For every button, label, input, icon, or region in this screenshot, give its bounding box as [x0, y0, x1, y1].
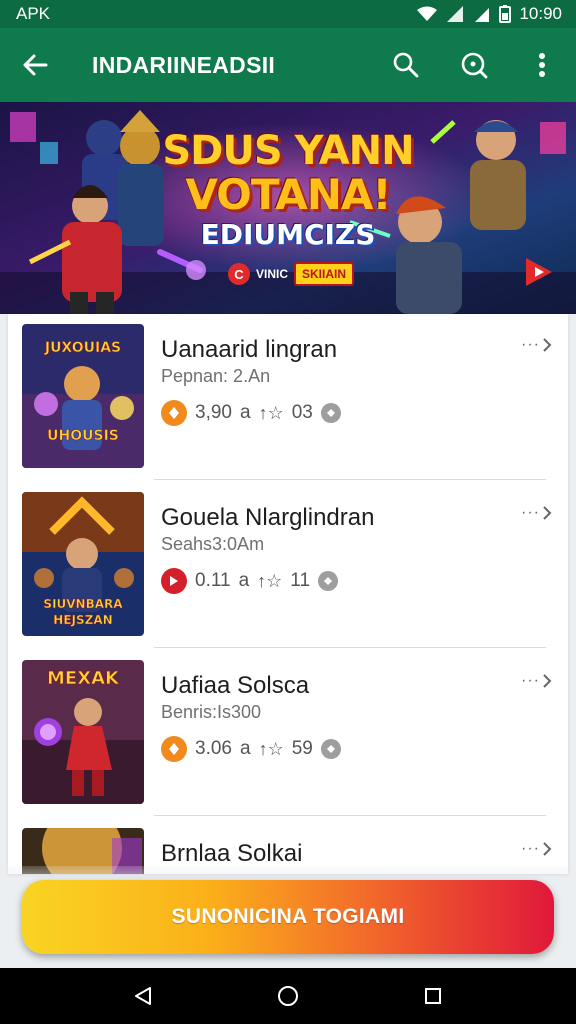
developer-badge-icon — [161, 736, 187, 762]
app-thumbnail: MEXAK — [22, 660, 144, 804]
primary-cta-button[interactable]: SUNONICINA TOGIAMI — [22, 880, 554, 954]
thumbnail-art: MEXAK — [22, 660, 144, 804]
row-more-button[interactable]: ··· — [521, 336, 552, 354]
app-name: Uafiaa Solsca — [161, 672, 310, 699]
thumbnail-art: JUXOUIAS UHOUSIS — [22, 324, 144, 468]
more-vert-icon — [539, 53, 545, 77]
thumb-title-text: SIUVNBARA — [43, 597, 123, 611]
app-meta-a: a — [238, 570, 250, 591]
row-divider — [154, 479, 546, 480]
signal-icon — [447, 6, 464, 22]
screen: APK 10:90 INDARIINEADSII SDUS YANN VOTAN… — [0, 0, 576, 1024]
chevron-right-icon — [543, 338, 552, 352]
chevron-right-icon — [543, 506, 552, 520]
app-bar: INDARIINEADSII — [0, 28, 576, 102]
status-icons: 10:90 — [417, 4, 562, 24]
star-icon: ↑☆ — [258, 738, 284, 759]
system-nav-bar — [0, 968, 576, 1024]
home-circle-icon — [277, 986, 298, 1006]
carrier-label: APK — [16, 4, 51, 23]
nav-back-button[interactable] — [113, 968, 173, 1024]
developer-badge-icon — [161, 568, 187, 594]
app-title: INDARIINEADSII — [92, 51, 276, 78]
star-icon: ↑☆ — [257, 570, 283, 591]
more-dots: ··· — [521, 336, 540, 353]
banner-headline-2: VOTANA! — [185, 170, 391, 219]
more-dots: ··· — [521, 672, 540, 689]
location-pin-icon — [318, 571, 339, 591]
banner-badge-dot: C — [228, 263, 250, 285]
chevron-right-icon — [543, 674, 552, 688]
nav-home-button[interactable] — [258, 968, 318, 1024]
thumb-subtitle-text: HEJSZAN — [53, 613, 112, 627]
list-item[interactable]: SIUVNBARA HEJSZAN Gouela Nlarglindran Se… — [8, 482, 568, 648]
back-button[interactable] — [0, 28, 70, 102]
back-triangle-icon — [134, 987, 151, 1005]
banner-headline-3: EDIUMCIZS — [200, 218, 376, 251]
more-dots: ··· — [521, 840, 540, 857]
app-count: 59 — [291, 738, 313, 759]
app-subtitle: Seahs3:0Am — [161, 534, 265, 554]
clock: 10:90 — [519, 4, 562, 23]
app-name: Gouela Nlarglindran — [161, 504, 375, 531]
app-thumbnail: JUXOUIAS UHOUSIS — [22, 324, 144, 468]
thumb-title-text: JUXOUIAS — [44, 340, 121, 356]
app-rating: 0.11 — [195, 570, 231, 591]
app-rating: 3.06 — [195, 738, 232, 759]
battery-icon — [499, 5, 512, 23]
banner-badge-pill: SKIIAIN — [294, 262, 355, 286]
row-more-button[interactable]: ··· — [521, 672, 552, 690]
app-rating: 3,90 — [195, 402, 232, 423]
location-pin-icon — [320, 403, 341, 423]
app-meta-a: a — [239, 402, 251, 423]
search-alt-button[interactable] — [440, 28, 508, 102]
row-more-button[interactable]: ··· — [521, 840, 552, 858]
list-item[interactable]: JUXOUIAS UHOUSIS Uanaarid lingran Pepnan… — [8, 314, 568, 480]
app-meta: 3.06 a ↑☆ 59 — [161, 736, 341, 762]
search-button[interactable] — [372, 28, 440, 102]
banner-badge-text: VINIC — [256, 267, 289, 281]
row-divider — [154, 815, 546, 816]
more-dots: ··· — [521, 504, 540, 521]
thumbnail-art: SIUVNBARA HEJSZAN — [22, 492, 144, 636]
wifi-icon — [417, 6, 438, 21]
list-item[interactable]: MEXAK Uafiaa Solsca Benris:Is300 3.06 a … — [8, 650, 568, 816]
thumb-title-text: MEXAK — [47, 668, 120, 689]
star-icon: ↑☆ — [258, 402, 284, 423]
app-meta: 3,90 a ↑☆ 03 — [161, 400, 341, 426]
app-list: JUXOUIAS UHOUSIS Uanaarid lingran Pepnan… — [8, 314, 568, 874]
app-thumbnail: SIUVNBARA HEJSZAN — [22, 492, 144, 636]
developer-badge-icon — [161, 400, 187, 426]
nav-recents-button[interactable] — [403, 968, 463, 1024]
thumb-subtitle-text: UHOUSIS — [47, 428, 119, 444]
row-divider — [154, 647, 546, 648]
app-meta: 0.11 a ↑☆ 11 — [161, 568, 339, 594]
chevron-right-icon — [543, 842, 552, 856]
app-name: Brnlaa Solkai — [161, 840, 303, 867]
app-name: Uanaarid lingran — [161, 336, 338, 363]
status-bar: APK 10:90 — [0, 0, 576, 28]
recents-square-icon — [425, 988, 442, 1004]
overflow-menu-button[interactable] — [508, 28, 576, 102]
location-pin-icon — [320, 739, 341, 759]
banner-headline-1: SDUS YANN — [162, 128, 414, 174]
app-count: 03 — [291, 402, 313, 423]
promo-banner[interactable]: SDUS YANN VOTANA! EDIUMCIZS C VINIC SKII… — [0, 102, 576, 314]
app-meta-a: a — [239, 738, 251, 759]
search-icon — [393, 52, 419, 78]
banner-badge: C VINIC SKIIAIN — [228, 262, 355, 286]
app-count: 11 — [290, 570, 311, 591]
row-more-button[interactable]: ··· — [521, 504, 552, 522]
app-subtitle: Benris:Is300 — [161, 702, 262, 722]
back-arrow-icon — [23, 54, 48, 76]
banner-play-icon — [526, 258, 552, 286]
signal-2-icon — [475, 8, 490, 22]
search-alt-icon — [461, 52, 488, 79]
app-subtitle: Pepnan: 2.An — [161, 366, 271, 386]
